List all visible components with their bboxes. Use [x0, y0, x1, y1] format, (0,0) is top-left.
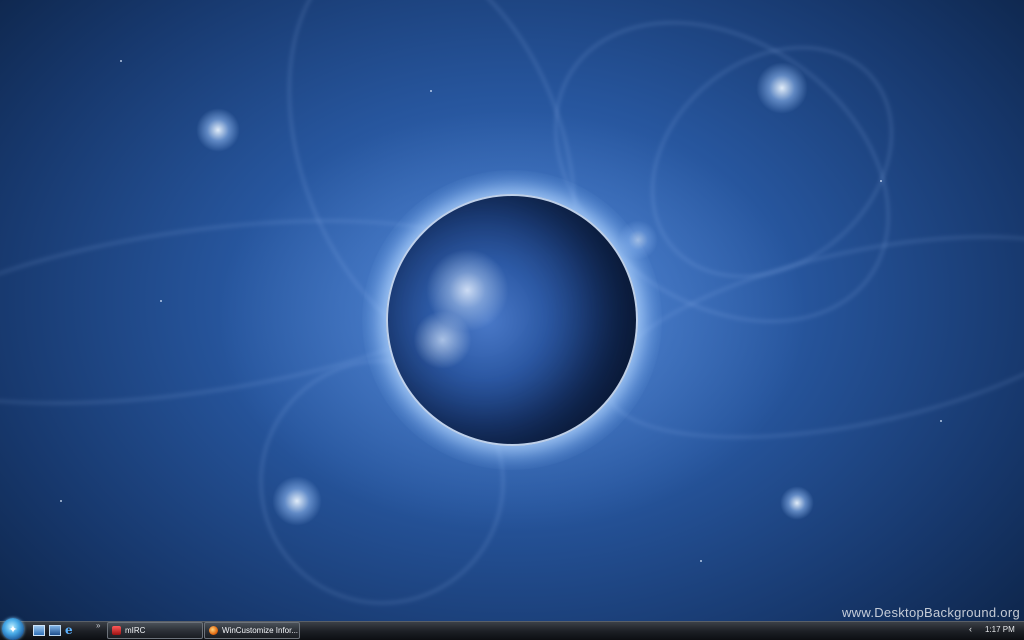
taskbar-button-mirc[interactable]: mIRC: [107, 622, 203, 639]
firefox-icon: [209, 626, 218, 635]
star: [430, 90, 432, 92]
system-clock[interactable]: 1:17 PM: [985, 625, 1015, 634]
planet: [386, 194, 638, 446]
light-flare: [756, 62, 808, 114]
light-flare: [780, 486, 814, 520]
taskbar-button-label: WinCustomize Infor...: [222, 626, 299, 635]
light-flare: [196, 108, 240, 152]
quick-launch-more-button[interactable]: »: [96, 621, 100, 630]
star: [160, 300, 162, 302]
internet-explorer-icon[interactable]: e: [65, 624, 77, 636]
taskbar-button-label: mIRC: [125, 626, 146, 635]
tray-expand-chevron-icon[interactable]: ‹: [969, 624, 972, 634]
star: [880, 180, 882, 182]
light-flare: [272, 476, 322, 526]
show-desktop-icon[interactable]: [33, 625, 45, 636]
desktop-wallpaper[interactable]: www.DesktopBackground.org: [0, 0, 1024, 621]
star: [120, 60, 122, 62]
star: [60, 500, 62, 502]
mirc-icon: [112, 626, 121, 635]
star: [700, 560, 702, 562]
star: [940, 420, 942, 422]
watermark: www.DesktopBackground.org: [841, 605, 1020, 620]
start-button[interactable]: ✦: [2, 618, 24, 640]
switch-windows-icon[interactable]: [49, 625, 61, 636]
taskbar-button-wincustomize[interactable]: WinCustomize Infor...: [204, 622, 300, 639]
windows-orb-icon: ✦: [8, 623, 18, 636]
